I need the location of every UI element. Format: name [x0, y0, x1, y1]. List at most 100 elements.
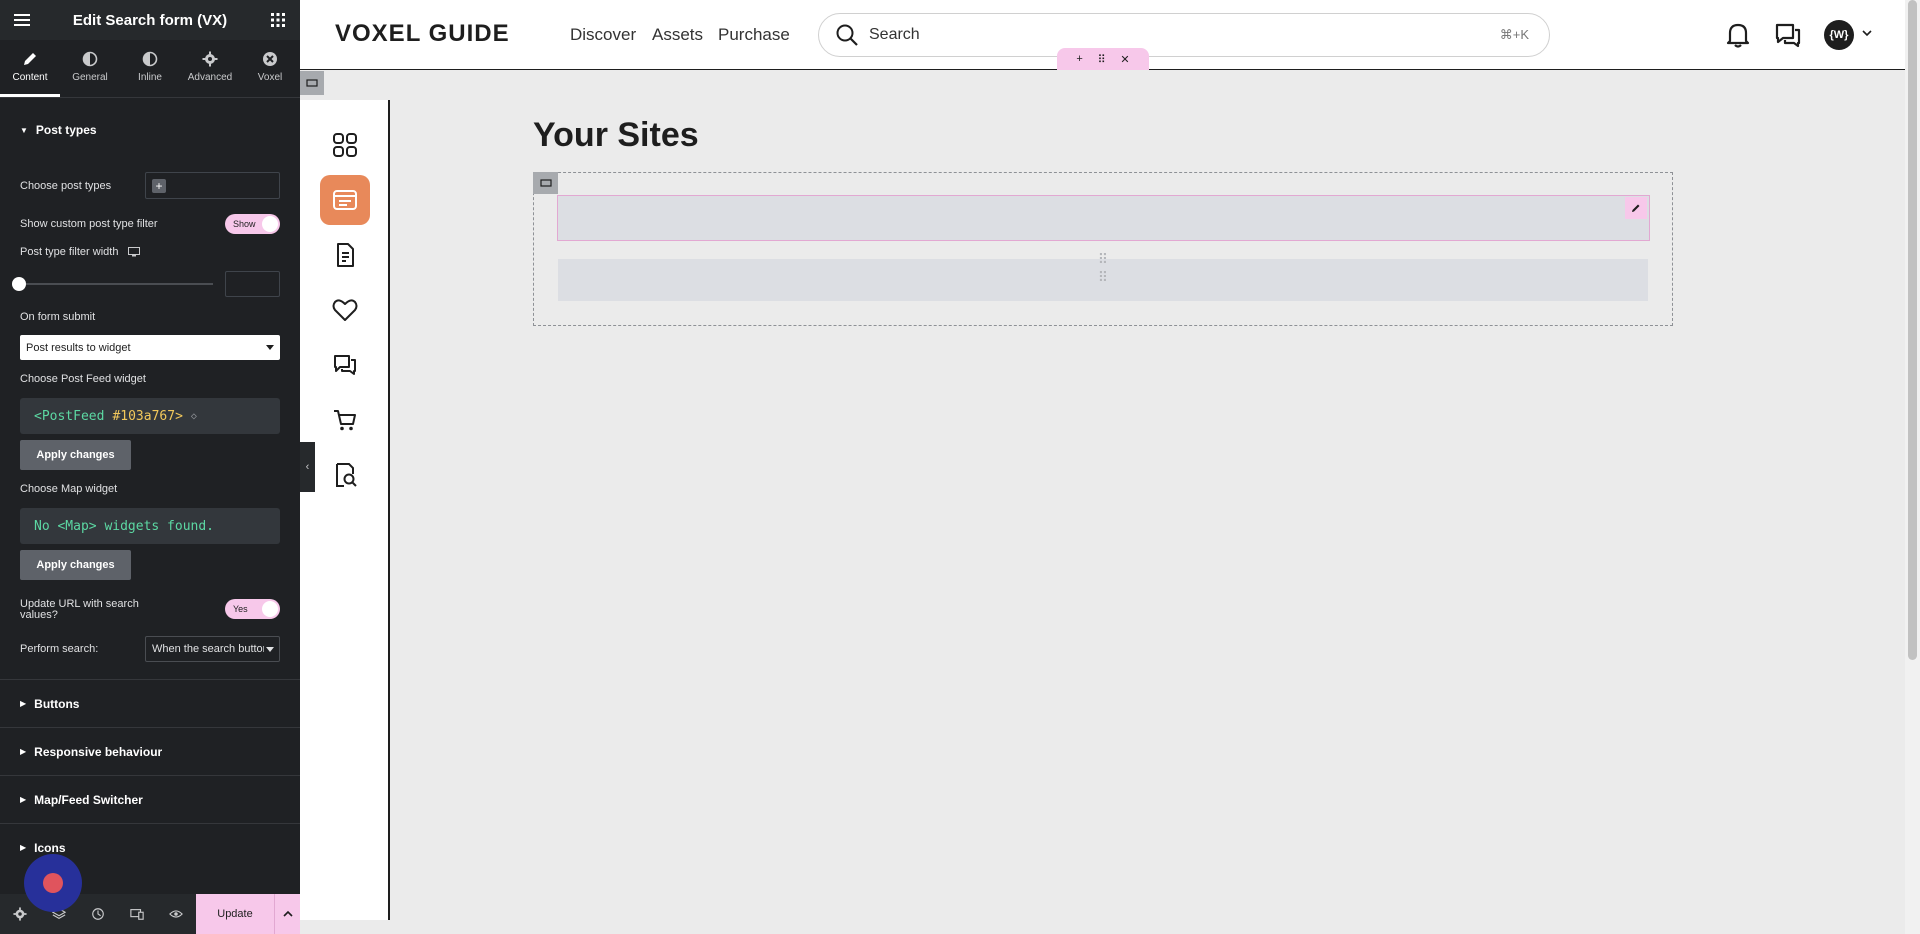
apply-changes-button-map[interactable]: Apply changes: [20, 550, 131, 580]
plus-icon[interactable]: +: [152, 179, 166, 193]
edit-pencil-icon[interactable]: [1625, 197, 1647, 219]
chevron-up-icon[interactable]: [274, 894, 300, 934]
add-section-icon[interactable]: +: [1076, 53, 1082, 65]
show-filter-toggle[interactable]: Show: [225, 214, 280, 234]
rail-chat-icon[interactable]: [320, 340, 370, 390]
map-widget-value: No <Map> widgets found.: [34, 518, 215, 534]
nav-purchase[interactable]: Purchase: [718, 25, 790, 45]
caret-right-icon: ▶: [20, 699, 27, 708]
filter-width-row: Post type filter width: [20, 244, 280, 260]
filter-width-input[interactable]: [225, 271, 280, 297]
voxel-icon: [263, 52, 277, 66]
tab-general[interactable]: General: [60, 40, 120, 97]
chevron-down-icon[interactable]: [1862, 28, 1872, 38]
post-feed-id: #103a767>: [112, 408, 183, 424]
section-buttons-title: Buttons: [34, 696, 80, 711]
record-button[interactable]: [24, 854, 82, 912]
post-types-selector[interactable]: +: [145, 172, 280, 199]
section-responsive[interactable]: ▶ Responsive behaviour: [0, 727, 300, 775]
tab-inline-label: Inline: [138, 72, 162, 83]
widgets-grid-icon[interactable]: [268, 10, 288, 30]
search-input[interactable]: Search ⌘+K: [818, 13, 1550, 57]
caret-right-icon: ▶: [20, 843, 27, 852]
chevron-down-icon: [266, 345, 274, 350]
perform-search-select[interactable]: When the search button is clicked: [145, 636, 280, 662]
section-responsive-title: Responsive behaviour: [34, 744, 163, 759]
responsive-mode-icon[interactable]: [117, 894, 156, 934]
tab-advanced[interactable]: Advanced: [180, 40, 240, 97]
collapse-panel-icon[interactable]: ‹: [300, 442, 315, 492]
drag-section-icon[interactable]: ⠿: [1098, 53, 1106, 66]
bell-icon[interactable]: [1722, 19, 1754, 51]
half-circle-icon: [82, 51, 98, 67]
widget-marker[interactable]: [533, 172, 558, 194]
close-section-icon[interactable]: ✕: [1120, 53, 1129, 66]
nav-discover[interactable]: Discover: [570, 25, 636, 45]
perform-search-label: Perform search:: [20, 643, 99, 655]
tab-general-label: General: [72, 72, 108, 83]
panel-body: ▼ Post types Choose post types + Show cu…: [0, 98, 300, 894]
panel-header: Edit Search form (VX): [0, 0, 300, 40]
avatar[interactable]: {W}: [1824, 20, 1854, 50]
section-icons-title: Icons: [34, 840, 66, 855]
tab-content[interactable]: Content: [0, 40, 60, 97]
hamburger-menu-icon[interactable]: [12, 10, 32, 30]
on-submit-row: On form submit: [20, 310, 280, 324]
search-form-placeholder-bar[interactable]: [557, 195, 1650, 241]
section-map-feed-switcher[interactable]: ▶ Map/Feed Switcher: [0, 775, 300, 823]
tab-inline[interactable]: Inline: [120, 40, 180, 97]
caret-right-icon: ▶: [20, 795, 27, 804]
slider-thumb[interactable]: [12, 277, 26, 291]
post-feed-label: Choose Post Feed widget: [20, 373, 146, 385]
update-url-toggle-label: Yes: [233, 604, 248, 614]
rail-sites-icon[interactable]: [320, 175, 370, 225]
side-rail: [300, 100, 390, 920]
update-button[interactable]: Update: [196, 894, 274, 934]
page-title: Your Sites: [533, 116, 699, 154]
section-buttons[interactable]: ▶ Buttons: [0, 679, 300, 727]
tab-advanced-label: Advanced: [187, 72, 233, 83]
post-feed-code: <PostFeed #103a767> ◇: [20, 398, 280, 434]
rail-cart-icon[interactable]: [320, 395, 370, 445]
tab-voxel[interactable]: Voxel: [240, 40, 300, 97]
filter-width-slider[interactable]: [20, 283, 213, 285]
eye-icon[interactable]: ◇: [191, 411, 197, 422]
history-icon[interactable]: [78, 894, 117, 934]
panel-tabs: Content General Inline Advanced Voxel: [0, 40, 300, 98]
rail-search-document-icon[interactable]: [320, 450, 370, 500]
scrollbar-thumb[interactable]: [1908, 0, 1917, 660]
post-feed-row: Choose Post Feed widget: [20, 372, 280, 386]
chat-icon[interactable]: [1772, 19, 1804, 51]
record-dot-icon: [43, 873, 63, 893]
section-post-types[interactable]: ▼ Post types: [0, 106, 300, 154]
search-icon: [836, 24, 858, 46]
section-handle: + ⠿ ✕: [1057, 48, 1149, 70]
nav-assets[interactable]: Assets: [652, 25, 703, 45]
pencil-icon: [24, 53, 36, 65]
section-map-feed-title: Map/Feed Switcher: [34, 792, 143, 807]
on-submit-label: On form submit: [20, 311, 96, 323]
container-marker[interactable]: [300, 71, 324, 95]
apply-changes-button[interactable]: Apply changes: [20, 440, 131, 470]
drag-handle-icon[interactable]: ⠿ ⠿: [1093, 250, 1113, 290]
update-url-label: Update URL with search values?: [20, 598, 139, 621]
search-placeholder: Search: [869, 26, 920, 43]
rail-dashboard-icon[interactable]: [320, 120, 370, 170]
map-widget-label: Choose Map widget: [20, 483, 118, 495]
rail-heart-icon[interactable]: [320, 285, 370, 335]
chevron-down-icon: [266, 647, 274, 652]
rail-document-icon[interactable]: [320, 230, 370, 280]
map-widget-row: Choose Map widget: [20, 482, 280, 496]
site-logo[interactable]: VOXEL GUIDE: [335, 20, 510, 48]
editor-panel: Edit Search form (VX) Content General In…: [0, 0, 300, 934]
panel-title: Edit Search form (VX): [72, 11, 228, 29]
site-preview: VOXEL GUIDE Discover Assets Purchase Sea…: [300, 0, 1905, 934]
update-url-toggle[interactable]: Yes: [225, 599, 280, 619]
scrollbar[interactable]: [1905, 0, 1920, 934]
filter-width-label: Post type filter width: [20, 246, 119, 258]
map-widget-code: No <Map> widgets found.: [20, 508, 280, 544]
on-submit-value: Post results to widget: [26, 341, 131, 354]
desktop-device-icon[interactable]: [128, 247, 141, 257]
on-submit-select[interactable]: Post results to widget: [20, 335, 280, 360]
preview-eye-icon[interactable]: [156, 894, 195, 934]
